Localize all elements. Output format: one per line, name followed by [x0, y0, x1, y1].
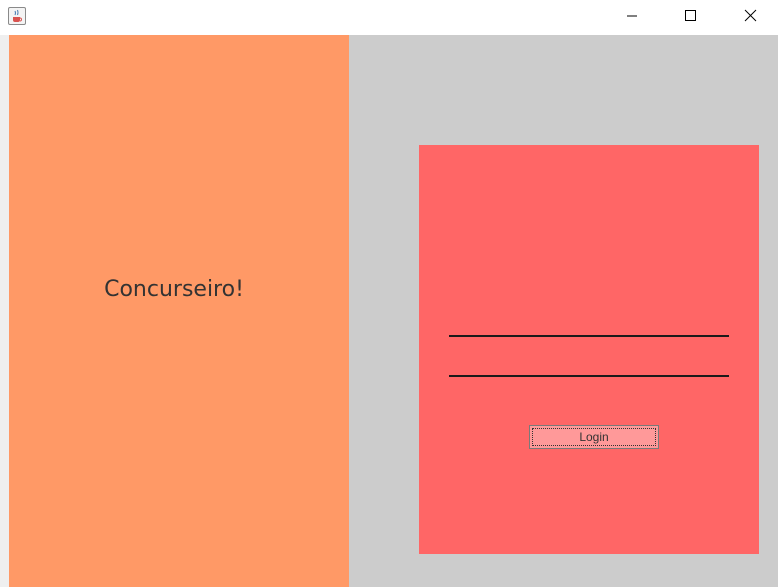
maximize-button[interactable] [668, 0, 714, 32]
brand-title: Concurseiro! [104, 277, 244, 302]
maximize-icon [685, 10, 696, 21]
minimize-button[interactable] [609, 0, 655, 32]
close-icon [744, 9, 757, 22]
login-button-label: Login [532, 428, 656, 446]
left-border-strip [0, 35, 9, 587]
username-field[interactable] [449, 317, 729, 337]
minimize-icon [627, 15, 637, 17]
java-cup-icon[interactable] [8, 7, 26, 25]
login-panel: Login [419, 145, 759, 554]
brand-panel: Concurseiro! [9, 35, 349, 587]
password-field[interactable] [449, 357, 729, 377]
login-button[interactable]: Login [529, 425, 659, 449]
title-bar[interactable] [0, 0, 778, 35]
content-pane: Concurseiro! Login [0, 35, 778, 587]
close-button[interactable] [727, 0, 773, 32]
